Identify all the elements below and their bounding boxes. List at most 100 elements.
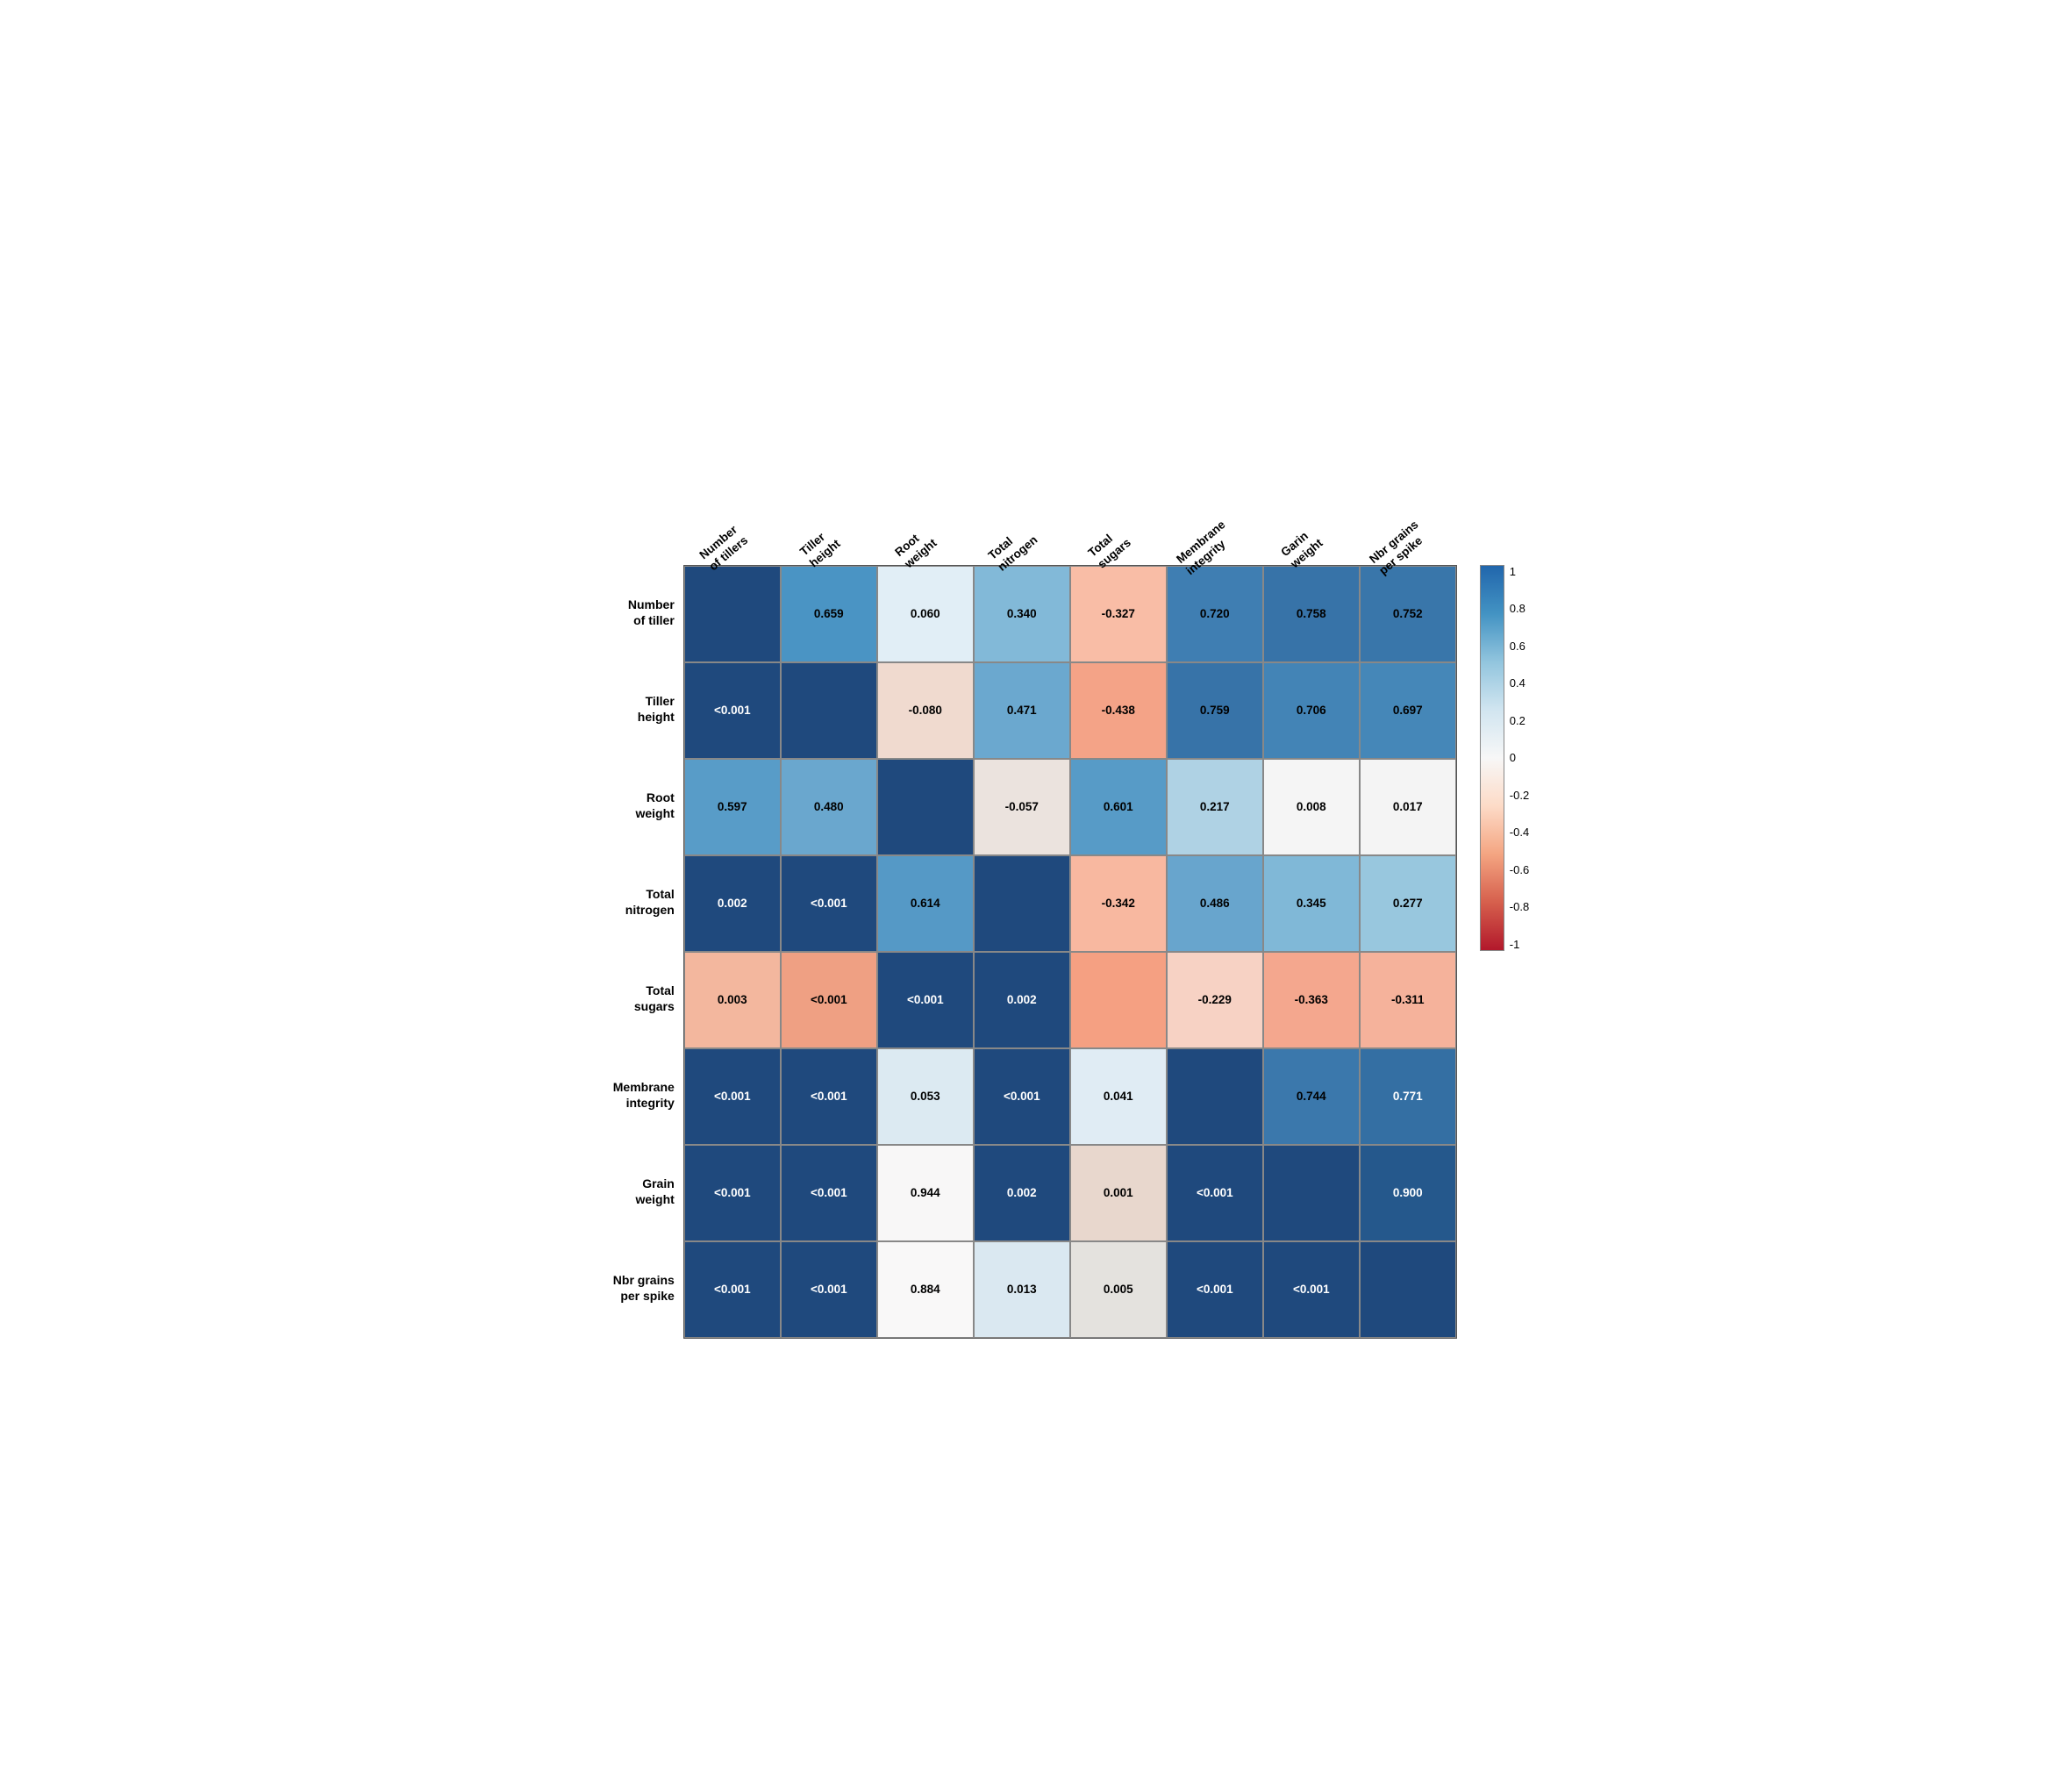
- cell-0-3: 0.340: [974, 566, 1070, 662]
- matrix-body: Number of tillerTiller heightRoot weight…: [543, 565, 1457, 1339]
- cell-6-3: 0.002: [974, 1145, 1070, 1241]
- matrix-grid: 0.6590.0600.340-0.3270.7200.7580.752<0.0…: [683, 565, 1457, 1339]
- cell-5-3: <0.001: [974, 1048, 1070, 1145]
- cell-7-0: <0.001: [684, 1241, 781, 1338]
- cell-4-1: <0.001: [781, 952, 877, 1048]
- matrix-row-6: <0.001<0.0010.9440.0020.001<0.0010.900: [684, 1145, 1456, 1241]
- row-label-7: Nbr grains per spike: [543, 1240, 683, 1337]
- legend-labels: 10.80.60.40.20-0.2-0.4-0.6-0.8-1: [1510, 565, 1529, 951]
- legend-label-1: 0.8: [1510, 602, 1529, 615]
- legend-label-6: -0.2: [1510, 789, 1529, 802]
- cell-3-0: 0.002: [684, 855, 781, 952]
- matrix-row-0: 0.6590.0600.340-0.3270.7200.7580.752: [684, 566, 1456, 662]
- cell-1-1: [781, 662, 877, 759]
- cell-3-1: <0.001: [781, 855, 877, 952]
- cell-6-4: 0.001: [1070, 1145, 1167, 1241]
- cell-6-0: <0.001: [684, 1145, 781, 1241]
- cell-3-7: 0.277: [1360, 855, 1456, 952]
- cell-1-0: <0.001: [684, 662, 781, 759]
- chart-container: Number of tillersTiller heightRoot weigh…: [543, 442, 1529, 1339]
- cell-4-6: -0.363: [1263, 952, 1360, 1048]
- cell-4-5: -0.229: [1167, 952, 1263, 1048]
- cell-5-1: <0.001: [781, 1048, 877, 1145]
- legend-container: 10.80.60.40.20-0.2-0.4-0.6-0.8-1: [1480, 565, 1529, 951]
- matrix-row-1: <0.001-0.0800.471-0.4380.7590.7060.697: [684, 662, 1456, 759]
- cell-0-6: 0.758: [1263, 566, 1360, 662]
- cell-2-7: 0.017: [1360, 759, 1456, 855]
- cell-1-2: -0.080: [877, 662, 974, 759]
- row-label-0: Number of tiller: [543, 565, 683, 661]
- col-label-5: Membrane integrity: [1168, 442, 1264, 565]
- row-label-6: Grain weight: [543, 1144, 683, 1240]
- cell-1-4: -0.438: [1070, 662, 1167, 759]
- cell-0-4: -0.327: [1070, 566, 1167, 662]
- cell-7-7: [1360, 1241, 1456, 1338]
- cell-1-3: 0.471: [974, 662, 1070, 759]
- col-label-7: Nbr grains per spike: [1361, 442, 1457, 565]
- matrix-row-3: 0.002<0.0010.614 -0.3420.4860.3450.277: [684, 855, 1456, 952]
- cell-0-1: 0.659: [781, 566, 877, 662]
- row-label-5: Membrane integrity: [543, 1047, 683, 1144]
- cell-3-6: 0.345: [1263, 855, 1360, 952]
- matrix-row-5: <0.001<0.0010.053<0.0010.0410.7440.771: [684, 1048, 1456, 1145]
- col-label-3: Total nitrogen: [975, 442, 1071, 565]
- cell-0-5: 0.720: [1167, 566, 1263, 662]
- legend-label-8: -0.6: [1510, 863, 1529, 876]
- row-label-2: Root weight: [543, 758, 683, 854]
- cell-7-2: 0.884: [877, 1241, 974, 1338]
- matrix-row-4: 0.003<0.001<0.0010.002-0.229-0.363-0.311: [684, 952, 1456, 1048]
- cell-0-2: 0.060: [877, 566, 974, 662]
- legend-bar: [1480, 565, 1504, 951]
- col-label-1: Tiller height: [782, 442, 878, 565]
- cell-1-5: 0.759: [1167, 662, 1263, 759]
- cell-5-6: 0.744: [1263, 1048, 1360, 1145]
- legend-label-2: 0.6: [1510, 640, 1529, 653]
- cell-6-2: 0.944: [877, 1145, 974, 1241]
- legend-label-10: -1: [1510, 938, 1529, 951]
- cell-4-4: [1070, 952, 1167, 1048]
- cell-7-5: <0.001: [1167, 1241, 1263, 1338]
- cell-0-7: 0.752: [1360, 566, 1456, 662]
- col-label-6: Garin weight: [1264, 442, 1361, 565]
- column-labels: Number of tillersTiller heightRoot weigh…: [685, 442, 1457, 565]
- matrix-wrapper: Number of tillersTiller heightRoot weigh…: [543, 442, 1457, 1339]
- cell-5-5: [1167, 1048, 1263, 1145]
- cell-2-6: 0.008: [1263, 759, 1360, 855]
- cell-4-2: <0.001: [877, 952, 974, 1048]
- cell-6-7: 0.900: [1360, 1145, 1456, 1241]
- cell-5-2: 0.053: [877, 1048, 974, 1145]
- cell-4-3: 0.002: [974, 952, 1070, 1048]
- row-labels: Number of tillerTiller heightRoot weight…: [543, 565, 683, 1339]
- col-label-4: Total sugars: [1071, 442, 1168, 565]
- legend-label-7: -0.4: [1510, 826, 1529, 839]
- cell-2-1: 0.480: [781, 759, 877, 855]
- cell-0-0: [684, 566, 781, 662]
- legend-label-3: 0.4: [1510, 676, 1529, 690]
- legend-label-5: 0: [1510, 751, 1529, 764]
- row-label-4: Total sugars: [543, 951, 683, 1047]
- legend-label-0: 1: [1510, 565, 1529, 578]
- cell-7-3: 0.013: [974, 1241, 1070, 1338]
- cell-5-4: 0.041: [1070, 1048, 1167, 1145]
- cell-3-4: -0.342: [1070, 855, 1167, 952]
- col-label-0: Number of tillers: [685, 442, 782, 565]
- cell-3-2: 0.614: [877, 855, 974, 952]
- cell-2-2: [877, 759, 974, 855]
- cell-1-6: 0.706: [1263, 662, 1360, 759]
- matrix-row-7: <0.001<0.0010.8840.0130.005<0.001<0.001: [684, 1241, 1456, 1338]
- matrix-row-2: 0.5970.480-0.0570.6010.2170.0080.017: [684, 759, 1456, 855]
- legend-label-9: -0.8: [1510, 900, 1529, 913]
- cell-7-6: <0.001: [1263, 1241, 1360, 1338]
- cell-2-5: 0.217: [1167, 759, 1263, 855]
- cell-2-3: -0.057: [974, 759, 1070, 855]
- cell-3-5: 0.486: [1167, 855, 1263, 952]
- cell-6-1: <0.001: [781, 1145, 877, 1241]
- cell-5-0: <0.001: [684, 1048, 781, 1145]
- cell-7-4: 0.005: [1070, 1241, 1167, 1338]
- cell-3-3: [974, 855, 1070, 952]
- row-label-1: Tiller height: [543, 661, 683, 758]
- cell-4-0: 0.003: [684, 952, 781, 1048]
- cell-2-0: 0.597: [684, 759, 781, 855]
- cell-4-7: -0.311: [1360, 952, 1456, 1048]
- cell-7-1: <0.001: [781, 1241, 877, 1338]
